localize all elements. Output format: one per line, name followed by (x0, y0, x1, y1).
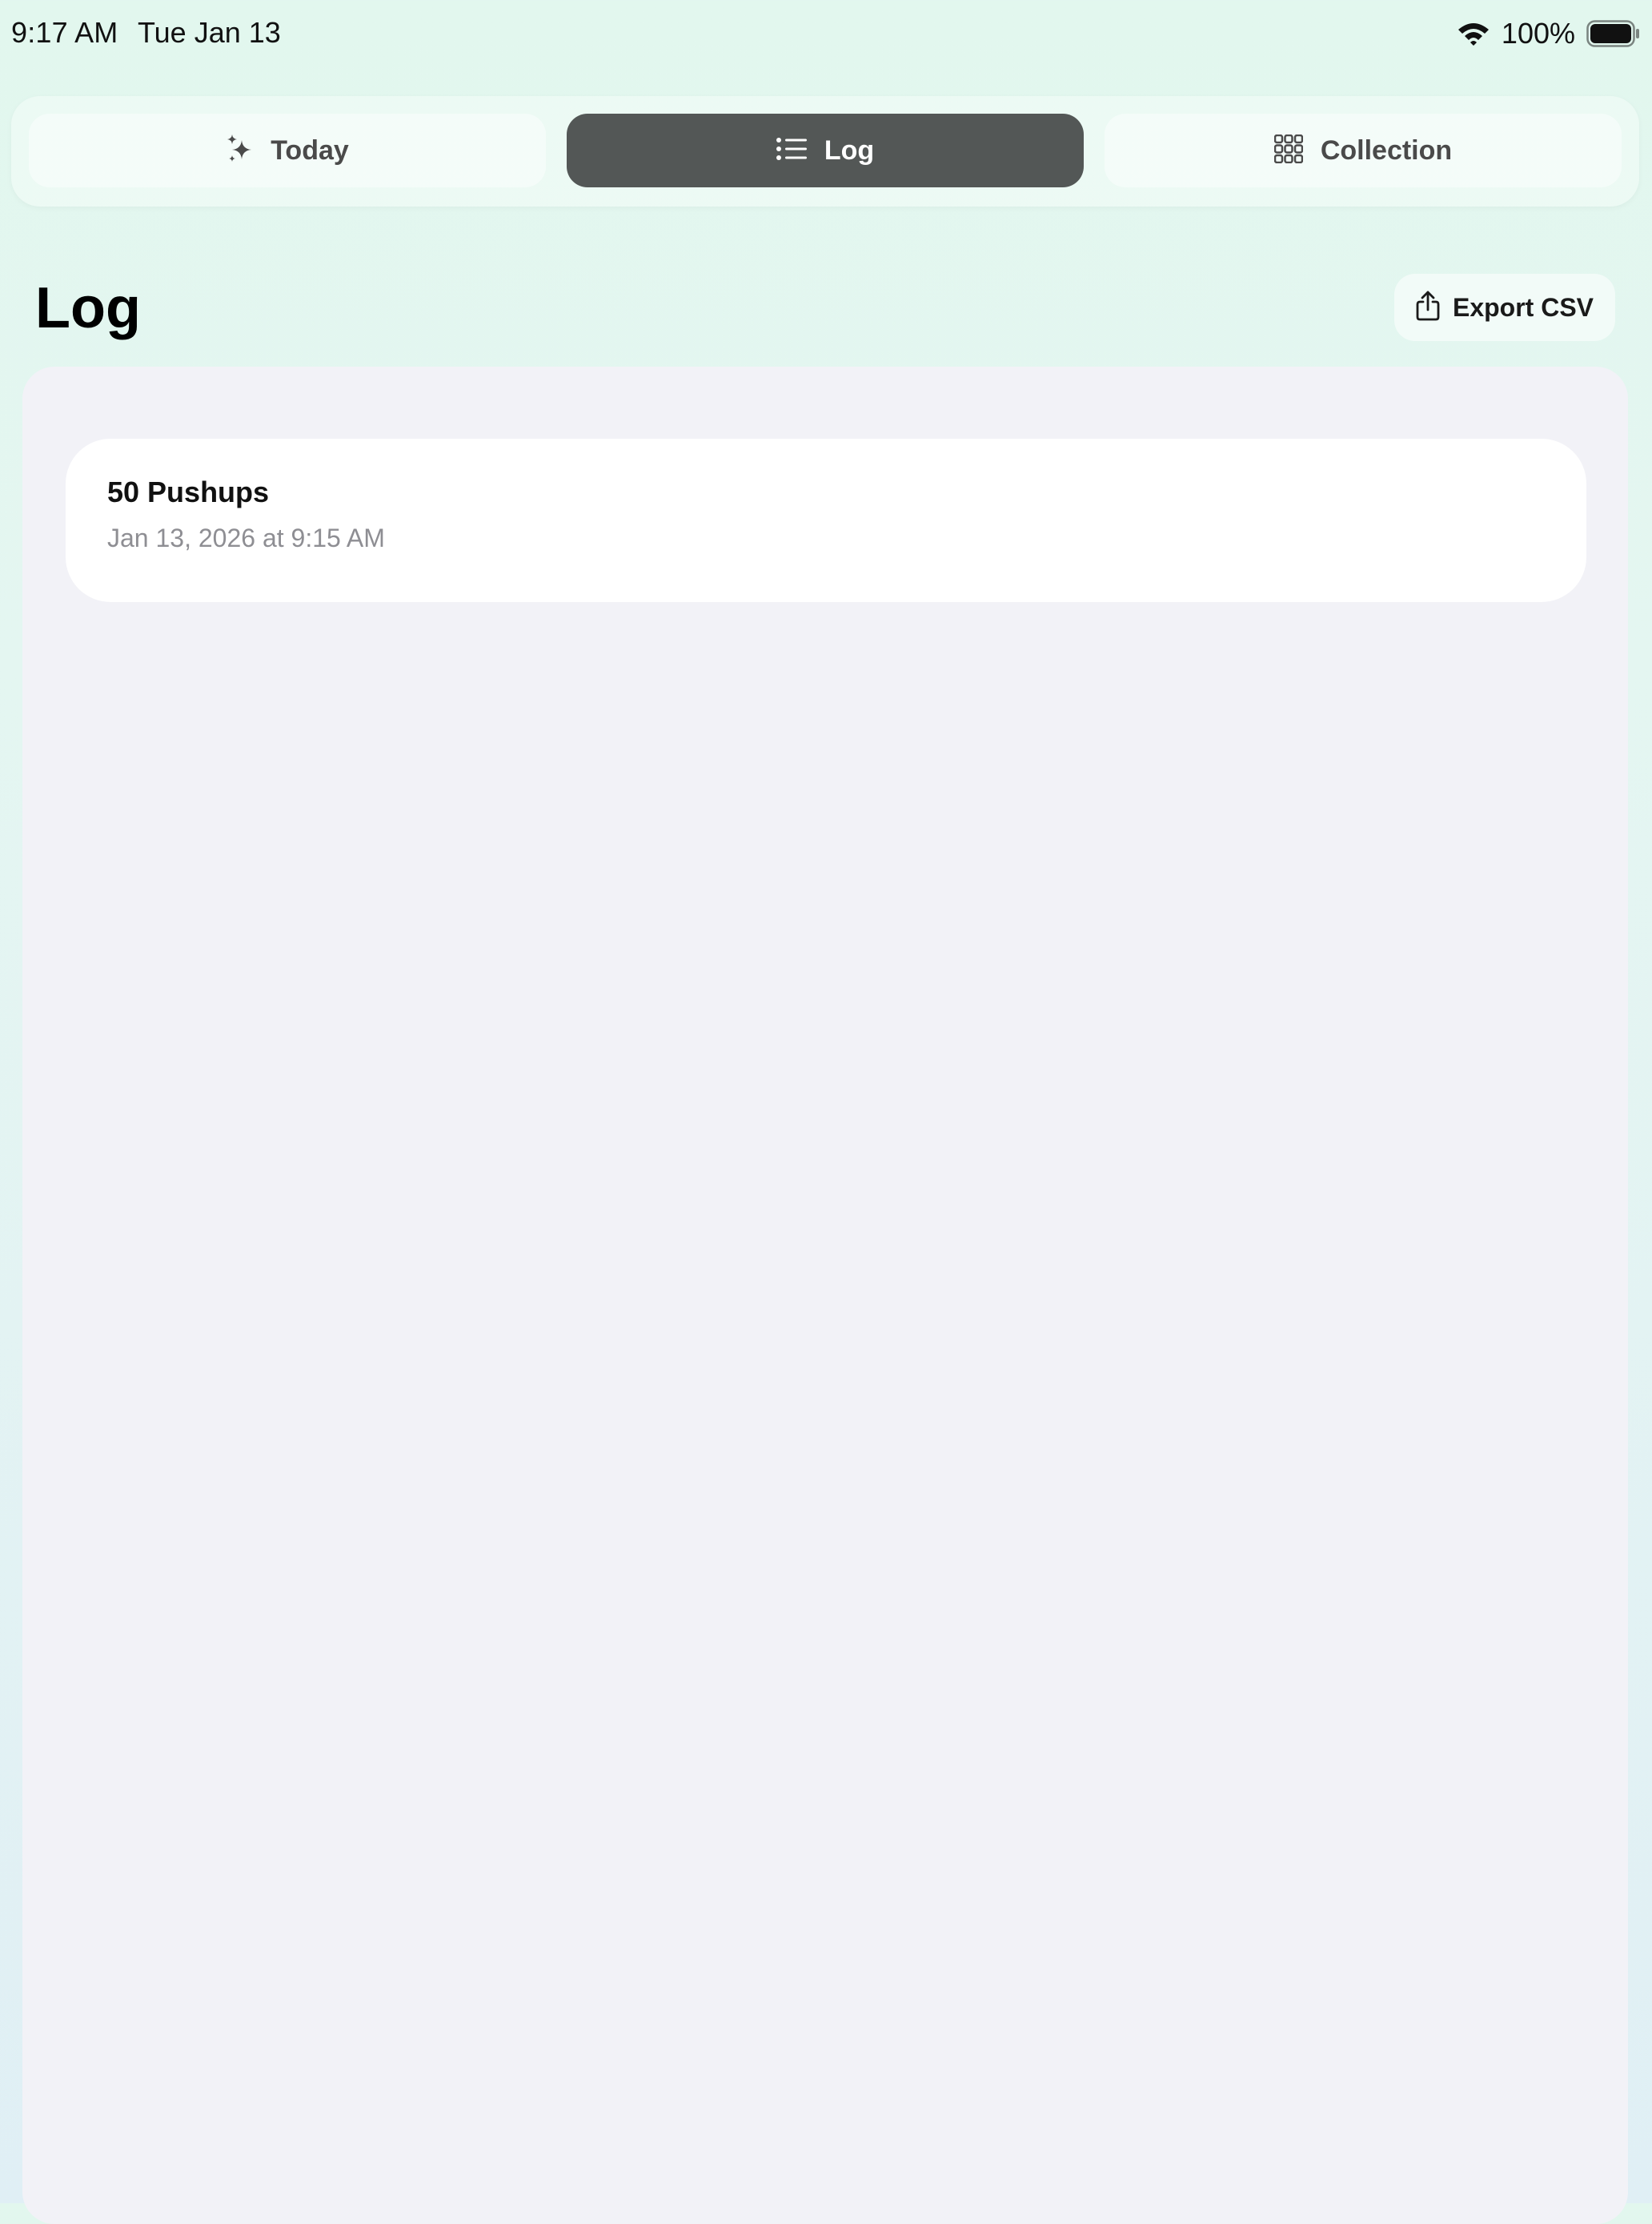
log-list-panel: 50 Pushups Jan 13, 2026 at 9:15 AM (22, 367, 1628, 2224)
list-item[interactable]: 50 Pushups Jan 13, 2026 at 9:15 AM (66, 439, 1586, 602)
status-indicators: 100% (1457, 14, 1641, 53)
share-icon (1416, 291, 1440, 325)
list-icon (776, 137, 807, 165)
battery-percentage: 100% (1501, 17, 1575, 50)
tab-label: Collection (1320, 134, 1453, 166)
tab-today[interactable]: Today (29, 114, 546, 187)
tab-collection[interactable]: Collection (1105, 114, 1622, 187)
export-csv-label: Export CSV (1452, 292, 1594, 322)
export-csv-button[interactable]: Export CSV (1394, 274, 1615, 341)
sparkle-icon (226, 134, 253, 168)
status-time: 9:17 AM (11, 16, 118, 49)
status-date: Tue Jan 13 (138, 16, 281, 49)
tab-log[interactable]: Log (567, 114, 1084, 187)
log-entry-timestamp: Jan 13, 2026 at 9:15 AM (107, 524, 385, 552)
log-entry-title: 50 Pushups (107, 476, 270, 508)
tab-label: Log (824, 134, 875, 166)
tab-label: Today (271, 134, 349, 166)
grid-icon (1273, 134, 1304, 167)
wifi-icon (1457, 21, 1490, 46)
segmented-tab-bar: Today Log Collection (11, 96, 1639, 207)
battery-full-icon (1586, 20, 1641, 47)
page-title: Log (35, 276, 141, 340)
status-bar: 9:17 AM Tue Jan 13 100% (0, 0, 1652, 72)
